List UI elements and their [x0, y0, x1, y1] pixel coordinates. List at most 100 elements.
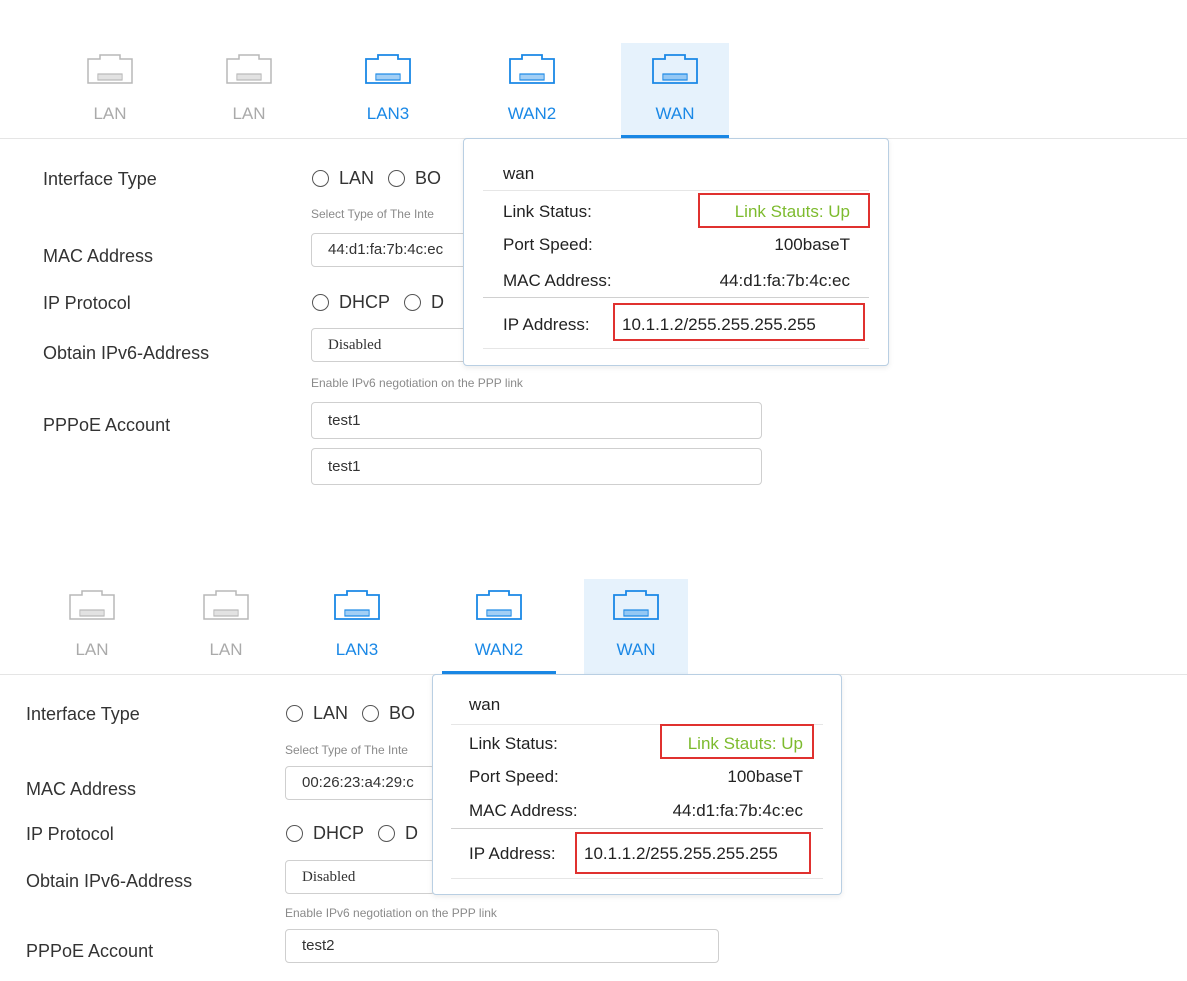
radio-lan[interactable]	[312, 170, 329, 187]
ethernet-port-icon	[652, 54, 698, 84]
tab-wan2[interactable]: WAN2	[442, 579, 556, 674]
obtain-ipv6-label: Obtain IPv6-Address	[43, 343, 210, 363]
pppoe-password-input[interactable]: test1	[311, 448, 762, 485]
tab-label: LAN3	[335, 640, 379, 659]
interface-type-radios: LAN BO	[286, 703, 429, 724]
pppoe-account-label: PPPoE Account	[43, 415, 171, 435]
ipv6-hint: Enable IPv6 negotiation on the PPP link	[285, 906, 497, 920]
tab-lan3[interactable]: LAN3	[340, 43, 436, 138]
ip-protocol-radios: DHCP D	[286, 823, 432, 844]
ip-protocol-radios: DHCP D	[312, 292, 458, 313]
tab-label: LAN	[232, 104, 266, 123]
tab-lan-2[interactable]: LAN	[178, 579, 274, 674]
interface-type-label: Interface Type	[26, 704, 140, 724]
port-speed-value: 100baseT	[774, 235, 850, 254]
radio-label: DHCP	[313, 823, 365, 843]
ip-address-highlight	[575, 832, 811, 874]
link-status-highlight	[660, 724, 814, 759]
mac-address-label: MAC Address	[26, 779, 137, 799]
popup-title: wan	[469, 695, 501, 714]
radio-lan[interactable]	[286, 705, 303, 722]
radio-label: D	[405, 823, 419, 843]
ip-protocol-label: IP Protocol	[26, 824, 114, 844]
pppoe-account-input[interactable]: test2	[285, 929, 719, 963]
tab-lan3[interactable]: LAN3	[309, 579, 405, 674]
link-status-highlight	[698, 193, 870, 228]
radio-label: BO	[415, 168, 442, 188]
mac-address-input[interactable]: 00:26:23:a4:29:c	[285, 766, 435, 800]
tab-lan-1[interactable]: LAN	[62, 43, 158, 138]
ethernet-port-icon	[476, 590, 522, 620]
tab-label: WAN	[655, 104, 695, 123]
ethernet-port-icon	[226, 54, 272, 84]
radio-bo[interactable]	[362, 705, 380, 722]
ethernet-port-icon	[69, 590, 115, 620]
ipv6-hint: Enable IPv6 negotiation on the PPP link	[311, 376, 523, 390]
tab-wan[interactable]: WAN	[621, 43, 729, 138]
popup-mac-value: 44:d1:fa:7b:4c:ec	[719, 271, 850, 290]
radio-dhcp[interactable]	[286, 825, 303, 842]
popup-mac-label: MAC Address:	[503, 271, 612, 290]
ip-protocol-label: IP Protocol	[43, 293, 131, 313]
popup-divider	[483, 348, 869, 349]
pppoe-account-input[interactable]: test1	[311, 402, 762, 439]
ethernet-port-icon	[87, 54, 133, 84]
interface-status-popup: wan Link Status: Link Stauts: Up Port Sp…	[463, 138, 889, 366]
ip-address-label: IP Address:	[503, 315, 590, 334]
interface-panel-2: LAN LAN LAN3 WAN2 WAN Interface Type LAN…	[0, 579, 1187, 979]
link-status-label: Link Status:	[503, 202, 592, 221]
port-speed-value: 100baseT	[727, 767, 803, 786]
ethernet-port-icon	[334, 590, 380, 620]
popup-divider	[483, 297, 869, 298]
radio-d[interactable]	[404, 294, 422, 311]
obtain-ipv6-select[interactable]: Disabled	[311, 328, 471, 362]
tab-label: LAN	[93, 104, 127, 123]
tab-label: WAN2	[507, 104, 557, 123]
interface-type-hint: Select Type of The Inte	[285, 743, 408, 757]
radio-label: BO	[389, 703, 416, 723]
popup-divider	[451, 878, 823, 879]
ethernet-port-icon	[613, 590, 659, 620]
port-speed-label: Port Speed:	[503, 235, 593, 254]
tab-wan[interactable]: WAN	[584, 579, 688, 674]
radio-bo[interactable]	[388, 170, 406, 187]
port-speed-label: Port Speed:	[469, 767, 559, 786]
mac-address-input[interactable]: 44:d1:fa:7b:4c:ec	[311, 233, 471, 267]
tab-lan-1[interactable]: LAN	[44, 579, 140, 674]
obtain-ipv6-select[interactable]: Disabled	[285, 860, 435, 894]
port-tabs: LAN LAN LAN3 WAN2 WAN	[0, 579, 1187, 674]
ethernet-port-icon	[203, 590, 249, 620]
port-tabs: LAN LAN LAN3 WAN2 WAN	[0, 43, 1187, 138]
ip-address-label: IP Address:	[469, 844, 556, 863]
mac-address-label: MAC Address	[43, 246, 154, 266]
radio-d[interactable]	[378, 825, 396, 842]
radio-label: DHCP	[339, 292, 391, 312]
tab-lan-2[interactable]: LAN	[201, 43, 297, 138]
tab-wan2[interactable]: WAN2	[484, 43, 580, 138]
radio-dhcp[interactable]	[312, 294, 329, 311]
popup-mac-label: MAC Address:	[469, 801, 578, 820]
obtain-ipv6-label: Obtain IPv6-Address	[26, 871, 193, 891]
interface-type-hint: Select Type of The Inte	[311, 207, 434, 221]
popup-divider	[451, 828, 823, 829]
radio-label: D	[431, 292, 445, 312]
tab-label: WAN	[616, 640, 656, 659]
tab-label: LAN	[75, 640, 109, 659]
ethernet-port-icon	[509, 54, 555, 84]
interface-type-label: Interface Type	[43, 169, 157, 189]
radio-label: LAN	[313, 703, 349, 723]
popup-mac-value: 44:d1:fa:7b:4c:ec	[672, 801, 803, 820]
tab-label: LAN	[209, 640, 243, 659]
tab-label: LAN3	[366, 104, 410, 123]
ip-address-highlight	[613, 303, 865, 341]
tab-label: WAN2	[474, 640, 524, 659]
popup-title: wan	[503, 164, 535, 183]
interface-panel-1: LAN LAN LAN3 WAN2 WAN Interface Type LAN…	[0, 43, 1187, 485]
interface-status-popup: wan Link Status: Link Stauts: Up Port Sp…	[432, 674, 842, 895]
link-status-label: Link Status:	[469, 734, 558, 753]
ethernet-port-icon	[365, 54, 411, 84]
interface-type-radios: LAN BO	[312, 168, 455, 189]
radio-label: LAN	[339, 168, 375, 188]
pppoe-account-label: PPPoE Account	[26, 941, 154, 961]
popup-divider	[483, 190, 869, 191]
